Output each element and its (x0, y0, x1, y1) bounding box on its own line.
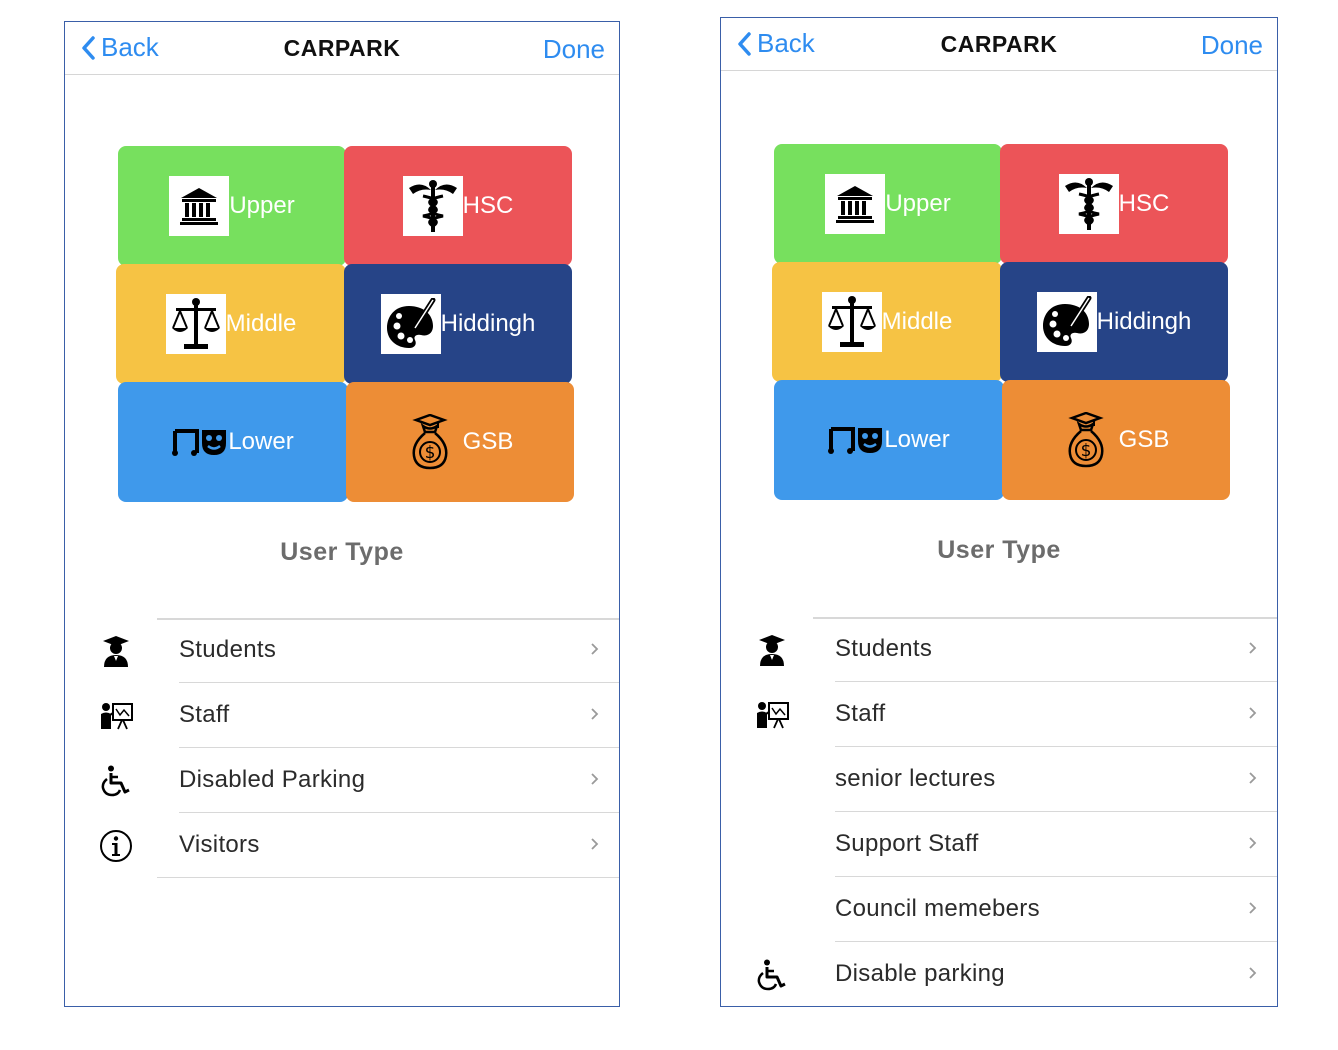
tile-label: Lower (884, 426, 950, 453)
user-type-list: Students Staff Disabled Parking Visitors (65, 618, 619, 878)
scales-icon (165, 294, 226, 354)
chevron-right-icon (591, 708, 599, 720)
list-item-label: Disabled Parking (179, 766, 366, 793)
list-item-label: Council memebers (835, 895, 1040, 922)
list-item-label: Support Staff (835, 830, 979, 857)
tile-hsc[interactable]: HSC (1000, 144, 1228, 264)
done-button[interactable]: Done (543, 34, 605, 65)
tile-hsc[interactable]: HSC (344, 146, 572, 266)
campus-grid: Upper HSC Middle Hiddingh Lower $ GSB (116, 146, 576, 502)
list-item-label: Disable parking (835, 960, 1005, 987)
tile-hiddingh[interactable]: Hiddingh (344, 264, 572, 384)
chevron-right-icon (591, 838, 599, 850)
campus-grid: Upper HSC Middle Hiddingh Lower $ GSB (772, 144, 1232, 500)
tile-middle[interactable]: Middle (116, 264, 346, 384)
svg-text:$: $ (424, 443, 435, 463)
wheelchair-icon (97, 762, 135, 800)
chevron-right-icon (1249, 642, 1257, 654)
back-button[interactable]: Back (81, 32, 159, 63)
scales-icon (821, 292, 882, 352)
tile-lower[interactable]: Lower (774, 380, 1004, 500)
money-bag-icon: $ (407, 412, 453, 472)
list-item-label: Students (835, 635, 933, 662)
tile-label: Upper (229, 192, 295, 219)
tile-label: Lower (228, 428, 294, 455)
done-button[interactable]: Done (1201, 30, 1263, 61)
tile-label: Middle (225, 310, 297, 337)
list-item-staff[interactable]: Staff (65, 683, 619, 748)
tile-label: Hiddingh (1096, 308, 1192, 335)
theatre-masks-icon (828, 410, 884, 470)
theatre-masks-icon (172, 412, 228, 472)
chevron-left-icon (82, 35, 95, 60)
divider (157, 876, 619, 878)
tile-label: GSB (1118, 426, 1170, 453)
tile-hiddingh[interactable]: Hiddingh (1000, 262, 1228, 382)
tile-label: Hiddingh (440, 310, 536, 337)
student-icon (753, 631, 791, 669)
list-item-label: Visitors (179, 831, 260, 858)
navigation-bar: Back CARPARK Done (721, 18, 1277, 71)
tile-label: GSB (462, 428, 514, 455)
list-item-label: senior lectures (835, 765, 996, 792)
navigation-bar: Back CARPARK Done (65, 22, 619, 75)
teacher-icon (753, 696, 791, 734)
tile-label: Middle (881, 308, 953, 335)
chevron-right-icon (1249, 772, 1257, 784)
svg-text:$: $ (1080, 441, 1091, 461)
money-bag-icon: $ (1063, 410, 1109, 470)
chevron-right-icon (1249, 967, 1257, 979)
list-item-visitors[interactable]: Visitors (65, 813, 619, 878)
tile-gsb[interactable]: $ GSB (346, 382, 574, 502)
student-icon (97, 632, 135, 670)
back-button[interactable]: Back (737, 28, 815, 59)
chevron-right-icon (1249, 902, 1257, 914)
palette-icon (380, 294, 441, 354)
page-title: CARPARK (940, 31, 1058, 57)
bank-icon (825, 174, 886, 234)
caduceus-icon (1058, 174, 1119, 234)
chevron-right-icon (591, 643, 599, 655)
tile-label: HSC (462, 192, 514, 219)
back-label: Back (101, 32, 159, 62)
info-icon (97, 827, 135, 865)
user-type-heading: User Type (937, 536, 1061, 564)
chevron-right-icon (1249, 707, 1257, 719)
chevron-right-icon (1249, 837, 1257, 849)
tile-label: HSC (1118, 190, 1170, 217)
tile-upper[interactable]: Upper (118, 146, 346, 266)
list-item-staff[interactable]: Staff (721, 682, 1277, 747)
chevron-right-icon (591, 773, 599, 785)
list-item-disabled-parking[interactable]: Disabled Parking (65, 748, 619, 813)
bank-icon (169, 176, 230, 236)
chevron-left-icon (738, 31, 751, 56)
list-item-students[interactable]: Students (65, 618, 619, 683)
caduceus-icon (402, 176, 463, 236)
page-title: CARPARK (283, 35, 401, 61)
list-item-senior-lectures[interactable]: senior lectures (721, 747, 1277, 812)
list-item-council-members[interactable]: Council memebers (721, 877, 1277, 942)
tile-label: Upper (885, 190, 951, 217)
user-type-list: Students Staff senior lectures Support S… (721, 617, 1277, 1006)
list-item-disable-parking[interactable]: Disable parking (721, 942, 1277, 1006)
tile-upper[interactable]: Upper (774, 144, 1002, 264)
teacher-icon (97, 697, 135, 735)
palette-icon (1036, 292, 1097, 352)
wheelchair-icon (753, 956, 791, 994)
list-item-students[interactable]: Students (721, 617, 1277, 682)
list-item-label: Staff (179, 701, 230, 728)
screen-left: Back CARPARK Done Upper HSC Middle Hiddi… (64, 21, 620, 1007)
user-type-heading: User Type (280, 538, 404, 566)
tile-middle[interactable]: Middle (772, 262, 1002, 382)
list-item-support-staff[interactable]: Support Staff (721, 812, 1277, 877)
tile-lower[interactable]: Lower (118, 382, 348, 502)
tile-gsb[interactable]: $ GSB (1002, 380, 1230, 500)
list-item-label: Students (179, 636, 277, 663)
list-item-label: Staff (835, 700, 886, 727)
screen-right: Back CARPARK Done Upper HSC Middle Hiddi… (720, 17, 1278, 1007)
back-label: Back (757, 28, 815, 58)
